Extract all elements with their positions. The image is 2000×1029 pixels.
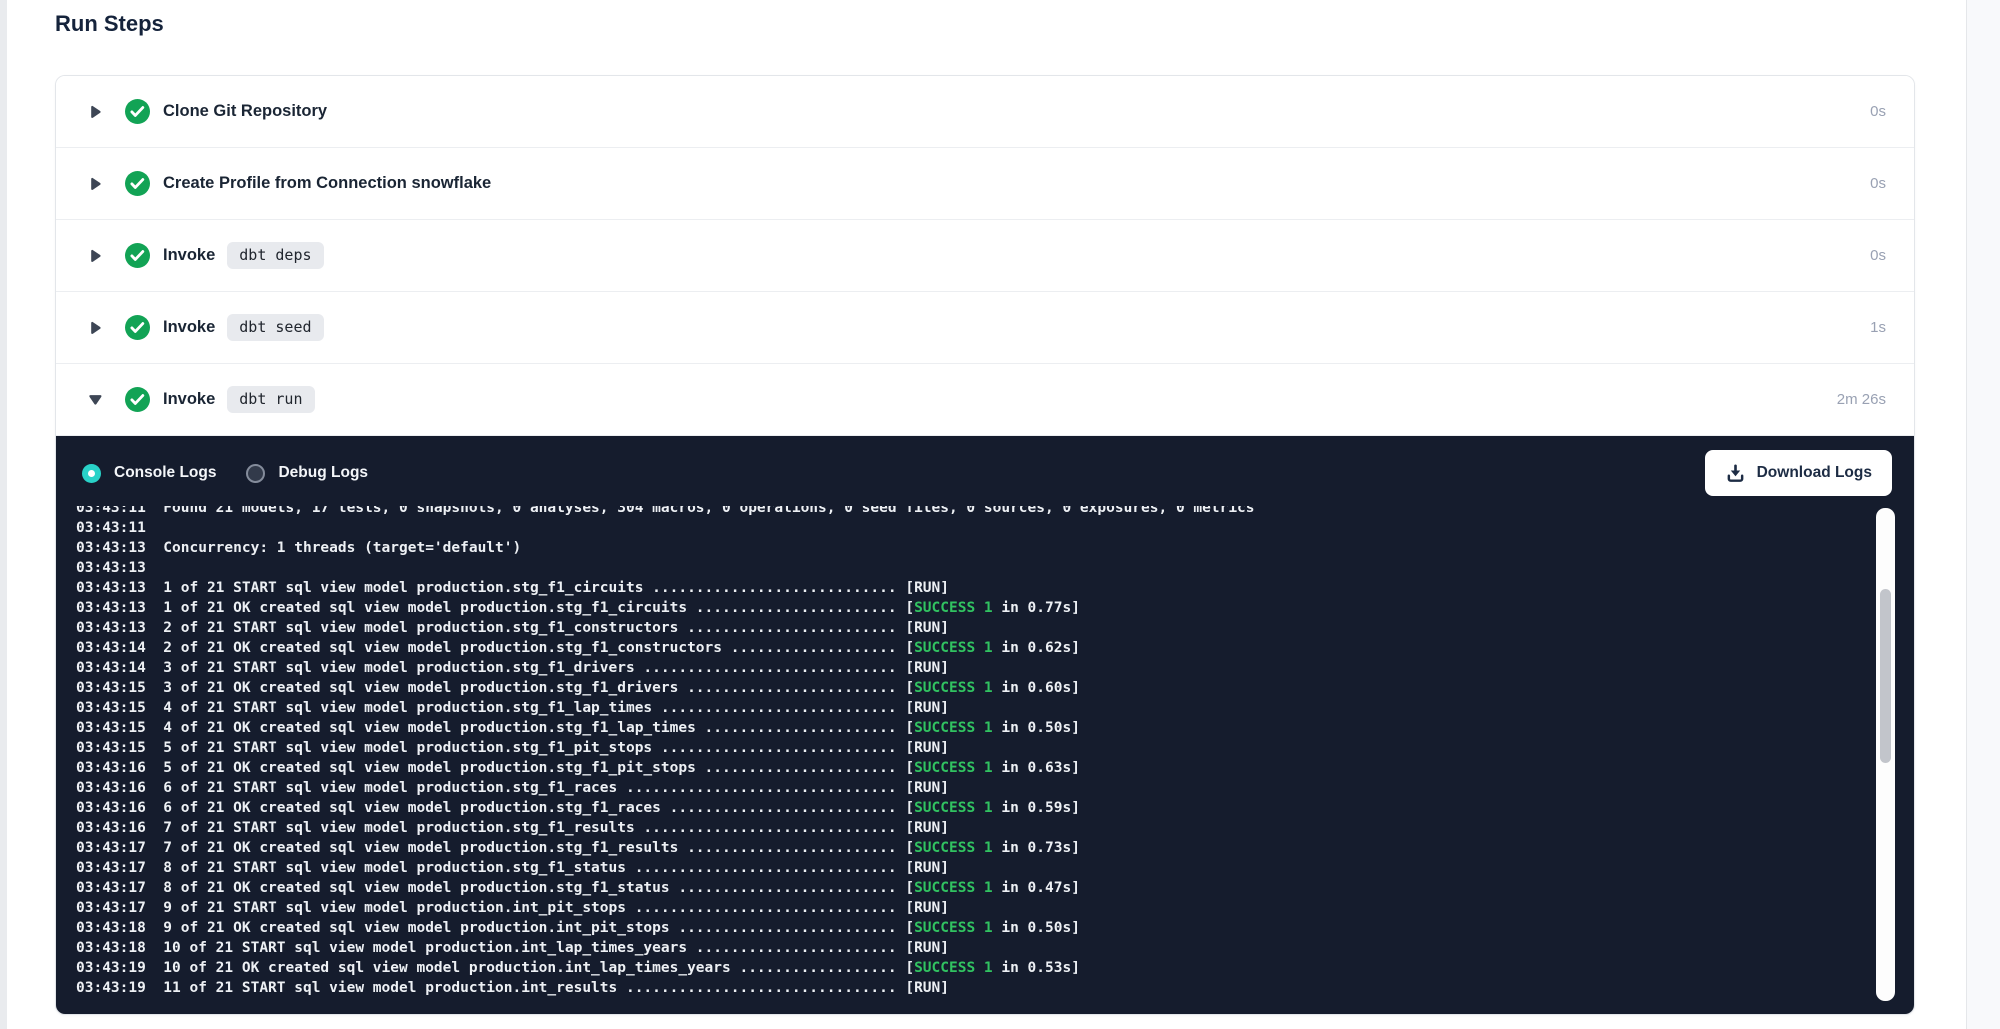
step-duration: 0s (1870, 175, 1886, 192)
success-check-icon (125, 99, 150, 124)
log-line: 03:43:14 2 of 21 OK created sql view mod… (76, 638, 1854, 658)
log-tab-label: Console Logs (114, 464, 216, 482)
expand-caret-icon[interactable] (88, 177, 103, 191)
log-line: 03:43:16 6 of 21 START sql view model pr… (76, 778, 1854, 798)
console-log-viewport[interactable]: 03:43:11 Found 21 models, 17 tests, 0 sn… (76, 506, 1854, 1009)
log-line: 03:43:17 7 of 21 OK created sql view mod… (76, 838, 1854, 858)
log-line: 03:43:15 5 of 21 START sql view model pr… (76, 738, 1854, 758)
step-row-1[interactable]: Clone Git Repository 0s (56, 76, 1914, 148)
step-row-4[interactable]: Invoke dbt seed 1s (56, 292, 1914, 364)
console-scrollbar-track[interactable] (1876, 508, 1895, 1001)
log-line: 03:43:11 Found 21 models, 17 tests, 0 sn… (76, 506, 1854, 518)
step-command-chip: dbt deps (227, 242, 323, 269)
console-log-content: 03:43:11 Found 21 models, 17 tests, 0 sn… (76, 506, 1854, 998)
log-success-status: SUCCESS 1 (914, 640, 993, 656)
log-success-status: SUCCESS 1 (914, 680, 993, 696)
log-line: 03:43:15 3 of 21 OK created sql view mod… (76, 678, 1854, 698)
log-line: 03:43:18 9 of 21 OK created sql view mod… (76, 918, 1854, 938)
log-line: 03:43:13 1 of 21 OK created sql view mod… (76, 598, 1854, 618)
page-title: Run Steps (55, 11, 164, 37)
log-line: 03:43:11 (76, 518, 1854, 538)
log-line: 03:43:15 4 of 21 OK created sql view mod… (76, 718, 1854, 738)
download-logs-button[interactable]: Download Logs (1705, 450, 1892, 496)
log-success-status: SUCCESS 1 (914, 960, 993, 976)
log-line: 03:43:13 Concurrency: 1 threads (target=… (76, 538, 1854, 558)
step-row-5[interactable]: Invoke dbt run 2m 26s (56, 364, 1914, 436)
expand-caret-icon[interactable] (88, 393, 103, 407)
log-line: 03:43:16 7 of 21 START sql view model pr… (76, 818, 1854, 838)
console-scrollbar-thumb[interactable] (1880, 589, 1891, 763)
step-duration: 2m 26s (1837, 391, 1886, 408)
step-label: Create Profile from Connection snowflake (163, 174, 491, 193)
step-command-chip: dbt seed (227, 314, 323, 341)
expand-caret-icon[interactable] (88, 321, 103, 335)
log-type-radio-group: Console Logs Debug Logs (82, 464, 368, 483)
log-line: 03:43:18 10 of 21 START sql view model p… (76, 938, 1854, 958)
log-line: 03:43:17 8 of 21 OK created sql view mod… (76, 878, 1854, 898)
log-line: 03:43:15 4 of 21 START sql view model pr… (76, 698, 1854, 718)
step-duration: 0s (1870, 103, 1886, 120)
step-command-chip: dbt run (227, 386, 314, 413)
log-tab-label: Debug Logs (278, 464, 368, 482)
steps-list: Clone Git Repository 0s Create Profile f… (56, 76, 1914, 436)
log-success-status: SUCCESS 1 (914, 880, 993, 896)
log-line: 03:43:19 10 of 21 OK created sql view mo… (76, 958, 1854, 978)
log-tab-debug-logs[interactable]: Debug Logs (246, 464, 368, 483)
step-row-3[interactable]: Invoke dbt deps 0s (56, 220, 1914, 292)
success-check-icon (125, 171, 150, 196)
success-check-icon (125, 315, 150, 340)
step-row-2[interactable]: Create Profile from Connection snowflake… (56, 148, 1914, 220)
log-line: 03:43:13 (76, 558, 1854, 578)
expand-caret-icon[interactable] (88, 249, 103, 263)
radio-selected-icon[interactable] (82, 464, 101, 483)
log-line: 03:43:16 6 of 21 OK created sql view mod… (76, 798, 1854, 818)
log-line: 03:43:14 3 of 21 START sql view model pr… (76, 658, 1854, 678)
console-header: Console Logs Debug Logs Download Logs (82, 449, 1892, 497)
log-success-status: SUCCESS 1 (914, 800, 993, 816)
radio-unselected-icon[interactable] (246, 464, 265, 483)
success-check-icon (125, 243, 150, 268)
log-success-status: SUCCESS 1 (914, 760, 993, 776)
expand-caret-icon[interactable] (88, 105, 103, 119)
step-label: Invoke (163, 318, 215, 337)
log-success-status: SUCCESS 1 (914, 720, 993, 736)
log-line: 03:43:13 2 of 21 START sql view model pr… (76, 618, 1854, 638)
log-success-status: SUCCESS 1 (914, 920, 993, 936)
log-line: 03:43:16 5 of 21 OK created sql view mod… (76, 758, 1854, 778)
success-check-icon (125, 387, 150, 412)
console-log-panel: Console Logs Debug Logs Download Logs 03:… (56, 436, 1914, 1014)
step-duration: 0s (1870, 247, 1886, 264)
log-line: 03:43:17 9 of 21 START sql view model pr… (76, 898, 1854, 918)
log-line: 03:43:19 11 of 21 START sql view model p… (76, 978, 1854, 998)
log-tab-console-logs[interactable]: Console Logs (82, 464, 216, 483)
step-label: Clone Git Repository (163, 102, 327, 121)
step-duration: 1s (1870, 319, 1886, 336)
run-steps-card: Clone Git Repository 0s Create Profile f… (55, 75, 1915, 1015)
log-line: 03:43:13 1 of 21 START sql view model pr… (76, 578, 1854, 598)
left-edge-strip (0, 0, 7, 1029)
right-edge-strip (1966, 0, 2000, 1029)
step-label: Invoke (163, 246, 215, 265)
download-logs-label: Download Logs (1757, 464, 1872, 482)
log-success-status: SUCCESS 1 (914, 840, 993, 856)
download-icon (1725, 463, 1746, 484)
step-label: Invoke (163, 390, 215, 409)
log-line: 03:43:17 8 of 21 START sql view model pr… (76, 858, 1854, 878)
log-success-status: SUCCESS 1 (914, 600, 993, 616)
